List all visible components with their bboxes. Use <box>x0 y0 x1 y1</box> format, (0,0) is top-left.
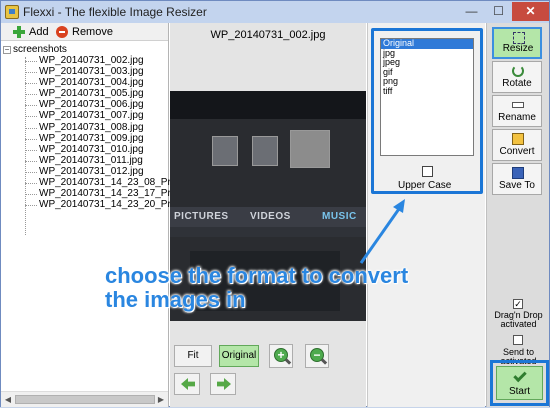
preview-tile <box>290 130 330 168</box>
remove-label: Remove <box>72 26 113 38</box>
file-toolbar: Add Remove <box>1 23 168 41</box>
remove-button[interactable]: Remove <box>56 24 113 40</box>
app-logo-icon <box>5 5 19 19</box>
tree-file-item[interactable]: WP_20140731_010.jpg <box>25 144 192 155</box>
tree-file-item[interactable]: WP_20140731_009.jpg <box>25 133 192 144</box>
window-title: Flexxi - The flexible Image Resizer <box>23 5 207 19</box>
tree-file-item[interactable]: WP_20140731_14_23_17_Pro.jpg <box>25 188 192 199</box>
tree-file-item[interactable]: WP_20140731_005.jpg <box>25 88 192 99</box>
scroll-right-arrow[interactable]: ▶ <box>156 395 166 405</box>
annotation-callout: choose the format to convert the images … <box>105 264 465 312</box>
file-tree: − screenshots WP_20140731_002.jpg WP_2014… <box>1 43 192 391</box>
preview-tile <box>252 136 278 166</box>
tree-file-item[interactable]: WP_20140731_002.jpg <box>25 55 192 66</box>
upper-case-checkbox[interactable] <box>422 166 433 177</box>
format-highlight: Original jpg jpeg gif png tiff Upper Case <box>371 28 483 194</box>
preview-tile <box>212 136 238 166</box>
resize-label: Resize <box>502 43 534 54</box>
preview-nav-videos: VIDEOS <box>250 211 291 222</box>
drag-drop-checkbox[interactable]: ✓ <box>513 299 523 309</box>
checkmark-icon <box>513 368 527 383</box>
rename-button[interactable]: Rename <box>492 95 542 127</box>
action-toolbar: Resize Rotate Rename Convert Save To ✓ D… <box>486 23 549 407</box>
previous-image-button[interactable] <box>174 373 200 395</box>
tree-file-item[interactable]: WP_20140731_007.jpg <box>25 110 192 121</box>
rename-icon <box>512 102 524 108</box>
save-to-label: Save To <box>499 180 535 191</box>
start-highlight: Start <box>490 360 549 406</box>
plus-icon <box>13 26 25 38</box>
start-button[interactable]: Start <box>496 366 543 400</box>
zoom-out-button[interactable]: − <box>305 344 329 368</box>
next-image-button[interactable] <box>210 373 236 395</box>
close-button[interactable]: ✕ <box>512 2 549 21</box>
rotate-button[interactable]: Rotate <box>492 61 542 93</box>
rotate-label: Rotate <box>502 78 532 89</box>
annotation-line-2: the images in <box>105 287 246 312</box>
fit-button[interactable]: Fit <box>174 345 212 367</box>
add-button[interactable]: Add <box>13 24 49 40</box>
preview-file-name: WP_20140731_002.jpg <box>210 29 326 41</box>
arrow-left-icon <box>181 378 195 390</box>
preview-panel: WP_20140731_002.jpg PICTURES VIDEOS MUSI… <box>170 23 366 407</box>
maximize-button[interactable]: ☐ <box>485 2 512 21</box>
tree-file-item[interactable]: WP_20140731_14_23_08_Pro.jpg <box>25 177 192 188</box>
tree-file-item[interactable]: WP_20140731_006.jpg <box>25 99 192 110</box>
convert-icon <box>512 133 524 145</box>
scrollbar-thumb[interactable] <box>15 395 155 404</box>
original-size-button[interactable]: Original <box>219 345 259 367</box>
tree-file-item[interactable]: WP_20140731_004.jpg <box>25 77 192 88</box>
collapse-toggle[interactable]: − <box>3 46 11 54</box>
scroll-left-arrow[interactable]: ◀ <box>3 395 13 405</box>
preview-nav-music: MUSIC <box>322 211 357 222</box>
tree-root-folder[interactable]: screenshots <box>13 44 67 55</box>
tree-file-item[interactable]: WP_20140731_011.jpg <box>25 155 192 166</box>
format-option-png[interactable]: png <box>381 77 473 87</box>
drag-drop-label: Drag'n Drop activated <box>494 310 543 329</box>
file-browser-panel: Add Remove − screenshots WP_20140731_002… <box>1 23 192 407</box>
horizontal-scrollbar[interactable]: ◀ ▶ <box>1 391 168 407</box>
convert-label: Convert <box>499 146 535 157</box>
tree-file-item[interactable]: WP_20140731_003.jpg <box>25 66 192 77</box>
tree-file-list: WP_20140731_002.jpg WP_20140731_003.jpg WP… <box>25 55 192 210</box>
floppy-disk-icon <box>512 167 524 179</box>
upper-case-label: Upper Case <box>398 180 452 191</box>
options-panel: Original jpg jpeg gif png tiff Upper Case <box>367 23 485 407</box>
start-label: Start <box>508 386 531 397</box>
add-label: Add <box>29 26 49 38</box>
tree-file-item[interactable]: WP_20140731_008.jpg <box>25 122 192 133</box>
annotation-line-1: choose the format to convert <box>105 263 409 288</box>
save-to-button[interactable]: Save To <box>492 163 542 195</box>
rename-label: Rename <box>498 112 536 123</box>
tree-file-item[interactable]: WP_20140731_14_23_20_Pro.jpg <box>25 199 192 210</box>
preview-nav-pictures: PICTURES <box>174 211 229 222</box>
resize-button[interactable]: Resize <box>492 27 542 59</box>
title-bar[interactable]: Flexxi - The flexible Image Resizer — ☐ … <box>1 1 549 23</box>
arrow-right-icon <box>217 378 231 390</box>
convert-button[interactable]: Convert <box>492 129 542 161</box>
format-option-jpeg[interactable]: jpeg <box>381 58 473 68</box>
format-option-tiff[interactable]: tiff <box>381 87 473 97</box>
preview-nav-bar: PICTURES VIDEOS MUSIC <box>170 207 366 227</box>
rotate-icon <box>512 65 524 77</box>
format-listbox[interactable]: Original jpg jpeg gif png tiff <box>380 38 474 156</box>
tree-file-item[interactable]: WP_20140731_012.jpg <box>25 166 192 177</box>
app-window: Flexxi - The flexible Image Resizer — ☐ … <box>0 0 550 407</box>
send-to-checkbox[interactable] <box>513 335 523 345</box>
minimize-button[interactable]: — <box>458 2 485 21</box>
zoom-in-button[interactable]: + <box>269 344 293 368</box>
remove-icon <box>56 26 68 38</box>
